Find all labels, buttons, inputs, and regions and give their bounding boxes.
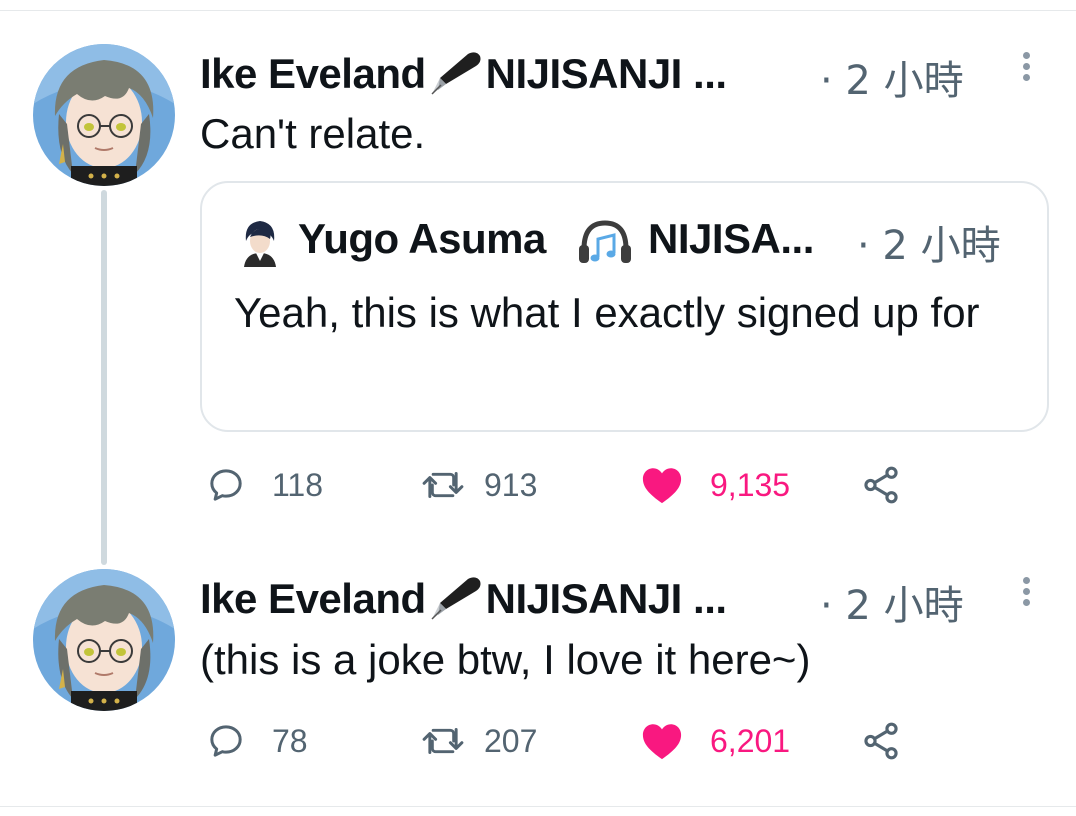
quoted-timestamp[interactable]: · 2 小時 — [857, 213, 1001, 271]
like-count: 9,135 — [710, 466, 791, 503]
retweet-count: 913 — [484, 466, 538, 503]
like-count: 6,201 — [710, 722, 791, 759]
quoted-tweet[interactable]: Yugo Asuma NIJISA... · 2 小時 Yeah, this i… — [200, 181, 1049, 432]
retweet-count: 207 — [484, 722, 538, 759]
reply-button[interactable]: 118 — [206, 460, 323, 510]
author-avatar[interactable] — [33, 44, 175, 186]
share-icon — [864, 466, 898, 504]
fountain-pen-icon — [426, 575, 486, 623]
fountain-pen-icon — [426, 50, 486, 98]
like-button[interactable]: 6,201 — [640, 716, 790, 766]
like-button[interactable]: 9,135 — [640, 460, 790, 510]
retweet-arrows-icon — [422, 472, 464, 498]
quoted-tweet-body: Yeah, this is what I exactly signed up f… — [234, 289, 980, 336]
tweet-actions: 118 913 9,135 — [200, 460, 920, 510]
share-icon — [864, 722, 898, 760]
vertical-dots-icon[interactable] — [1016, 577, 1036, 617]
reply-count: 78 — [272, 722, 308, 759]
tweet-header: Ike Eveland NIJISANJI ... — [200, 44, 727, 104]
tweet-timestamp[interactable]: · 2 小時 — [820, 573, 964, 631]
quoted-author-avatar — [238, 219, 282, 267]
retweet-arrows-icon — [422, 728, 464, 754]
author-avatar[interactable] — [33, 569, 175, 711]
speech-bubble-icon — [210, 725, 242, 757]
retweet-button[interactable]: 913 — [420, 460, 537, 510]
tweet-header: Ike Eveland NIJISANJI ... — [200, 569, 727, 629]
quoted-author-name[interactable]: Yugo Asuma — [298, 215, 546, 263]
author-name[interactable]: Ike Eveland — [200, 575, 426, 623]
tweet-thread: Ike Eveland NIJISANJI ... · 2 小時 Can't r… — [0, 0, 1076, 816]
author-affiliation: NIJISANJI ... — [485, 575, 727, 622]
tweet-body: (this is a joke btw, I love it here~) — [200, 636, 811, 683]
tweet-body: Can't relate. — [200, 110, 426, 157]
reply-button[interactable]: 78 — [206, 716, 308, 766]
vertical-dots-icon[interactable] — [1016, 52, 1036, 92]
heart-icon — [642, 724, 682, 760]
author-affiliation: NIJISANJI ... — [485, 50, 727, 97]
retweet-button[interactable]: 207 — [420, 716, 537, 766]
share-button[interactable] — [860, 460, 902, 510]
heart-icon — [642, 468, 682, 504]
headphones-music-icon — [576, 217, 634, 269]
author-name[interactable]: Ike Eveland — [200, 50, 426, 98]
reply-count: 118 — [272, 466, 324, 503]
tweet-actions: 78 207 6,201 — [200, 716, 920, 766]
tweet-timestamp[interactable]: · 2 小時 — [820, 48, 964, 106]
share-button[interactable] — [860, 716, 902, 766]
quoted-author-affiliation: NIJISA... — [648, 215, 814, 262]
speech-bubble-icon — [210, 469, 242, 501]
thread-connector-line — [101, 190, 107, 565]
bottom-divider — [0, 806, 1076, 807]
top-divider — [0, 10, 1076, 11]
